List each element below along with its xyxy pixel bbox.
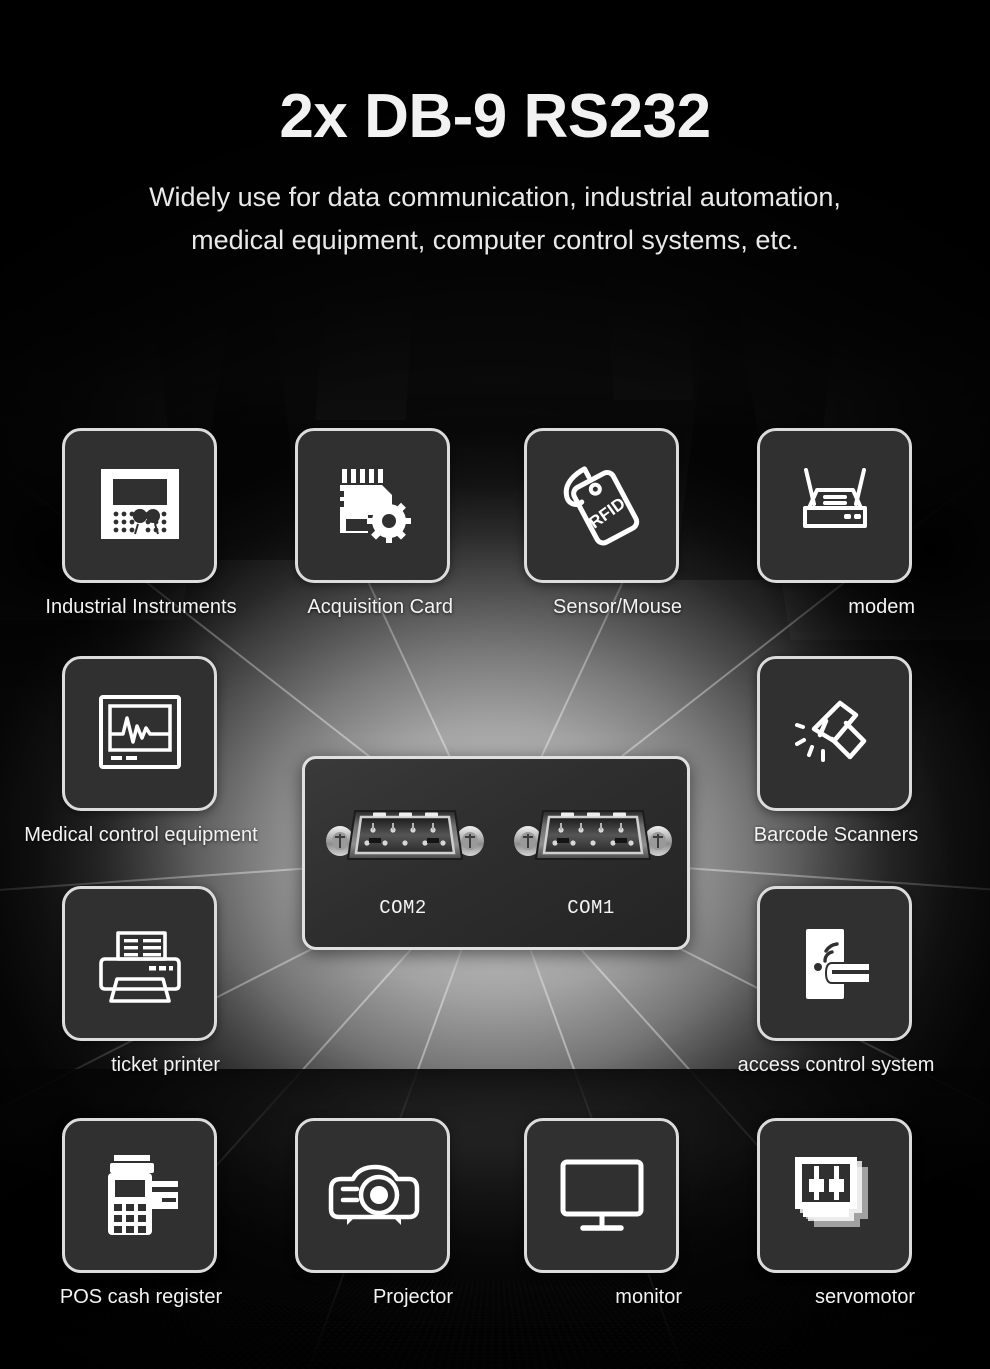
db9-connector-com1 <box>514 810 672 860</box>
tile-frame <box>524 1118 679 1273</box>
subtitle-line-1: Widely use for data communication, indus… <box>149 182 841 212</box>
barcode-scanner-icon <box>794 700 866 762</box>
product-feature-banner: 2x DB-9 RS232 Widely use for data commun… <box>0 0 990 1369</box>
tile-access-control-system[interactable]: access control system <box>737 886 935 1077</box>
tile-label: Acquisition Card <box>307 596 453 618</box>
tile-label: monitor <box>615 1286 682 1308</box>
tile-label: Industrial Instruments <box>45 596 237 618</box>
ecg-monitor-icon <box>98 694 181 769</box>
page-title: 2x DB-9 RS232 <box>279 82 711 151</box>
port-label-com2: COM2 <box>379 897 427 919</box>
tile-frame <box>757 886 912 1041</box>
db9-connector-panel: COM2 COM1 <box>302 756 690 950</box>
card-reader-icon <box>805 928 872 999</box>
pos-terminal-icon <box>107 1154 178 1235</box>
modem-router-icon <box>802 467 867 528</box>
tile-frame <box>757 1118 912 1273</box>
tile-frame <box>62 886 217 1041</box>
tile-servomotor[interactable]: servomotor <box>757 1118 915 1309</box>
tile-frame <box>62 428 217 583</box>
tile-modem[interactable]: modem <box>757 428 915 619</box>
tile-frame <box>62 1118 217 1273</box>
monitor-icon <box>560 1159 643 1231</box>
tile-frame <box>62 656 217 811</box>
projector-icon <box>328 1164 419 1225</box>
servomotor-icon <box>794 1156 868 1227</box>
tile-barcode-scanners[interactable]: Barcode Scanners <box>753 656 919 847</box>
tile-sensor-mouse[interactable]: RFID Sensor/Mouse <box>524 428 682 619</box>
tile-label: ticket printer <box>111 1054 220 1076</box>
port-label-com1: COM1 <box>567 897 615 919</box>
tile-label: Barcode Scanners <box>753 824 919 846</box>
acquisition-card-icon <box>335 468 411 543</box>
tile-frame: RFID <box>524 428 679 583</box>
tile-industrial-instruments[interactable]: Industrial Instruments <box>45 428 237 619</box>
tile-label: Medical control equipment <box>24 824 258 846</box>
db9-connector-com2 <box>326 810 484 860</box>
rfid-tag-icon: RFID <box>563 465 639 545</box>
tile-label: Sensor/Mouse <box>553 596 682 618</box>
tile-acquisition-card[interactable]: Acquisition Card <box>295 428 453 619</box>
printer-icon <box>98 930 181 1003</box>
tile-frame <box>295 428 450 583</box>
industrial-instrument-icon <box>100 468 179 539</box>
tile-frame <box>757 428 912 583</box>
tile-label: modem <box>848 596 915 618</box>
tile-label: access control system <box>737 1054 935 1076</box>
banner-header: 2x DB-9 RS232 Widely use for data commun… <box>0 0 990 260</box>
svg-text:RFID: RFID <box>585 493 628 532</box>
tile-projector[interactable]: Projector <box>295 1118 453 1309</box>
tile-label: Projector <box>372 1286 453 1308</box>
tile-frame <box>295 1118 450 1273</box>
tile-medical-control-equipment[interactable]: Medical control equipment <box>24 656 258 847</box>
tile-label: POS cash register <box>59 1286 223 1308</box>
tile-pos-cash-register[interactable]: POS cash register <box>59 1118 223 1309</box>
tile-monitor[interactable]: monitor <box>524 1118 682 1309</box>
subtitle-line-2: medical equipment, computer control syst… <box>191 225 799 256</box>
tile-frame <box>757 656 912 811</box>
tile-label: servomotor <box>814 1286 915 1308</box>
tile-ticket-printer[interactable]: ticket printer <box>62 886 220 1077</box>
